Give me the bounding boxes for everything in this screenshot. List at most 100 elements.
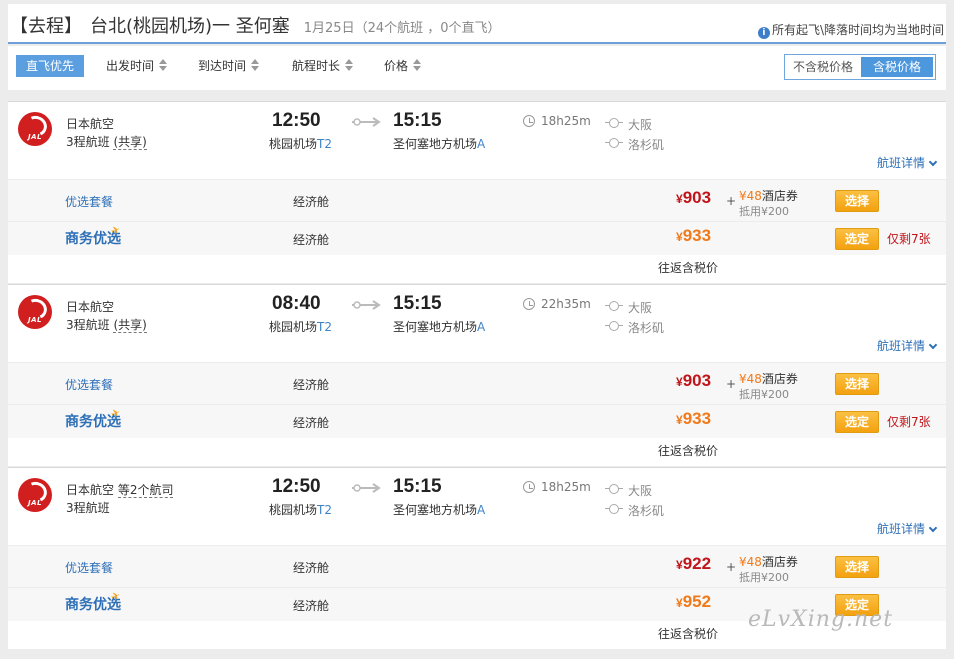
arrival-time: 15:15 [393, 476, 442, 497]
cabin-class: 经济舱 [293, 599, 330, 613]
stopover-icon [605, 301, 623, 311]
voucher-label: 酒店券 [761, 372, 798, 386]
business-pick[interactable]: 商务优选 ✈ [65, 223, 122, 248]
flight-details-link[interactable]: 航班详情 [877, 154, 938, 171]
stopover-2: 洛杉矶 [628, 321, 665, 335]
stopover-1: 大阪 [628, 301, 653, 315]
stopover-1: 大阪 [628, 484, 653, 498]
arrival-time: 15:15 [393, 293, 442, 314]
departure-airport: 桃园机场T2 [269, 135, 332, 152]
airline-label: 日本航空 [66, 117, 115, 131]
roundtrip-note: 往返含税价 [657, 444, 718, 458]
segments-label: 3程航班 [66, 135, 110, 149]
currency-symbol: ¥ [676, 596, 683, 610]
timezone-note: i 所有起飞\降落时间均为当地时间 [757, 21, 944, 39]
select-button[interactable]: 选定 [835, 411, 879, 433]
voucher-amount: ¥48 [739, 372, 762, 386]
arr-airport-name: 圣何塞地方机场 [393, 320, 478, 334]
dep-airport-name: 桃园机场 [269, 137, 318, 151]
sort-arrival-time[interactable]: 到达时间 [198, 55, 260, 77]
sort-duration[interactable]: 航程时长 [292, 55, 354, 77]
timezone-text: 所有起飞\降落时间均为当地时间 [771, 23, 944, 37]
select-button[interactable]: 选择 [835, 556, 879, 578]
departure-time: 12:50 [272, 476, 321, 497]
price-value: 933 [682, 409, 712, 428]
package-name[interactable]: 优选套餐 [65, 559, 113, 576]
stopover-icon [605, 118, 623, 128]
arr-airport-name: 圣何塞地方机场 [393, 137, 478, 151]
cabin-class: 经济舱 [293, 195, 330, 209]
codeshare-label[interactable]: (共享) [113, 318, 147, 333]
dep-airport-name: 桃园机场 [269, 503, 318, 517]
tax-inclusive-button[interactable]: 含税价格 [861, 57, 933, 77]
sort-direct-first[interactable]: 直飞优先 [16, 55, 85, 77]
watermark: eLvXing.net [748, 607, 894, 632]
price-value: 922 [682, 554, 712, 573]
voucher-label: 酒店券 [761, 555, 798, 569]
stopover-icon [605, 484, 623, 494]
airline-label: 日本航空 [66, 483, 115, 497]
hotel-voucher: ¥48酒店券 [739, 187, 798, 204]
voucher-amount: ¥48 [739, 555, 762, 569]
price-value: 933 [682, 226, 712, 245]
info-icon: i [757, 27, 770, 39]
flight-duration: 18h25m [541, 480, 591, 494]
voucher-amount: ¥48 [739, 189, 762, 203]
business-pick[interactable]: 商务优选 ✈ [65, 406, 122, 431]
flight-summary: JAL 日本航空 3程航班 (共享) 08:40 15:15 桃园机场T2 圣何… [8, 285, 946, 362]
arrow-icon [352, 483, 381, 493]
flight-details-link[interactable]: 航班详情 [877, 520, 938, 537]
arrow-icon [352, 117, 381, 127]
plus-sign: + [726, 194, 737, 208]
voucher-label: 酒店券 [761, 189, 798, 203]
logo-text: JAL [28, 499, 42, 507]
arrival-time: 15:15 [393, 110, 442, 131]
codeshare-label[interactable]: (共享) [113, 135, 147, 150]
package-name[interactable]: 优选套餐 [65, 376, 113, 393]
chevron-down-icon [928, 340, 938, 350]
arrival-airport: 圣何塞地方机场A [393, 318, 485, 335]
arrow-icon [352, 300, 381, 310]
segments-label: 3程航班 [66, 501, 110, 515]
stopover-2: 洛杉矶 [628, 504, 665, 518]
tax-toggle: 不含税价格 含税价格 [784, 54, 936, 80]
dep-terminal: T2 [317, 320, 332, 334]
sort-label: 到达时间 [198, 59, 247, 73]
hotel-voucher: ¥48酒店券 [739, 370, 798, 387]
package-row: 商务优选 ✈ 经济舱 ¥933 选定 仅剩7张 [8, 404, 946, 438]
segments: 3程航班 (共享) [66, 133, 147, 150]
stopover-icon [605, 321, 623, 331]
sort-label: 出发时间 [106, 59, 155, 73]
flight-details-link[interactable]: 航班详情 [876, 337, 938, 354]
business-pick[interactable]: 商务优选 ✈ [65, 589, 122, 614]
currency-symbol: ¥ [676, 413, 683, 427]
segments: 3程航班 (共享) [66, 316, 147, 333]
currency-symbol: ¥ [676, 230, 683, 244]
flight-summary: JAL 日本航空 3程航班 (共享) 12:50 15:15 桃园机场T2 圣何… [8, 102, 946, 179]
jal-logo-icon: JAL [18, 112, 52, 146]
flight-count: 1月25日（24个航班 ，0个直飞） [303, 21, 501, 36]
sort-price[interactable]: 价格 [384, 55, 422, 77]
roundtrip-note: 往返含税价 [657, 627, 718, 641]
sort-arrows-icon [251, 59, 260, 71]
airline-more[interactable]: 等2个航司 [117, 483, 174, 498]
select-button[interactable]: 选定 [835, 228, 879, 250]
sort-label: 价格 [384, 59, 409, 73]
details-label: 航班详情 [876, 339, 925, 353]
tax-exclusive-button[interactable]: 不含税价格 [787, 57, 859, 77]
package-name[interactable]: 优选套餐 [65, 193, 113, 210]
select-button[interactable]: 选择 [835, 190, 879, 212]
dep-terminal: T2 [317, 137, 332, 151]
seats-remaining: 仅剩7张 [887, 232, 931, 246]
price-value: 903 [682, 188, 712, 207]
sort-arrows-icon [413, 59, 422, 71]
stopover-2: 洛杉矶 [628, 138, 665, 152]
package-row: 优选套餐 经济舱 ¥903 + ¥48酒店券 抵用¥200 选择 [8, 362, 946, 404]
sort-arrows-icon [159, 59, 168, 71]
select-button[interactable]: 选择 [835, 373, 879, 395]
plus-sign: + [726, 560, 737, 574]
currency-symbol: ¥ [676, 558, 683, 572]
cabin-class: 经济舱 [293, 378, 330, 392]
flight-card: JAL 日本航空 3程航班 (共享) 12:50 15:15 桃园机场T2 圣何… [8, 101, 946, 283]
sort-departure-time[interactable]: 出发时间 [106, 55, 168, 77]
